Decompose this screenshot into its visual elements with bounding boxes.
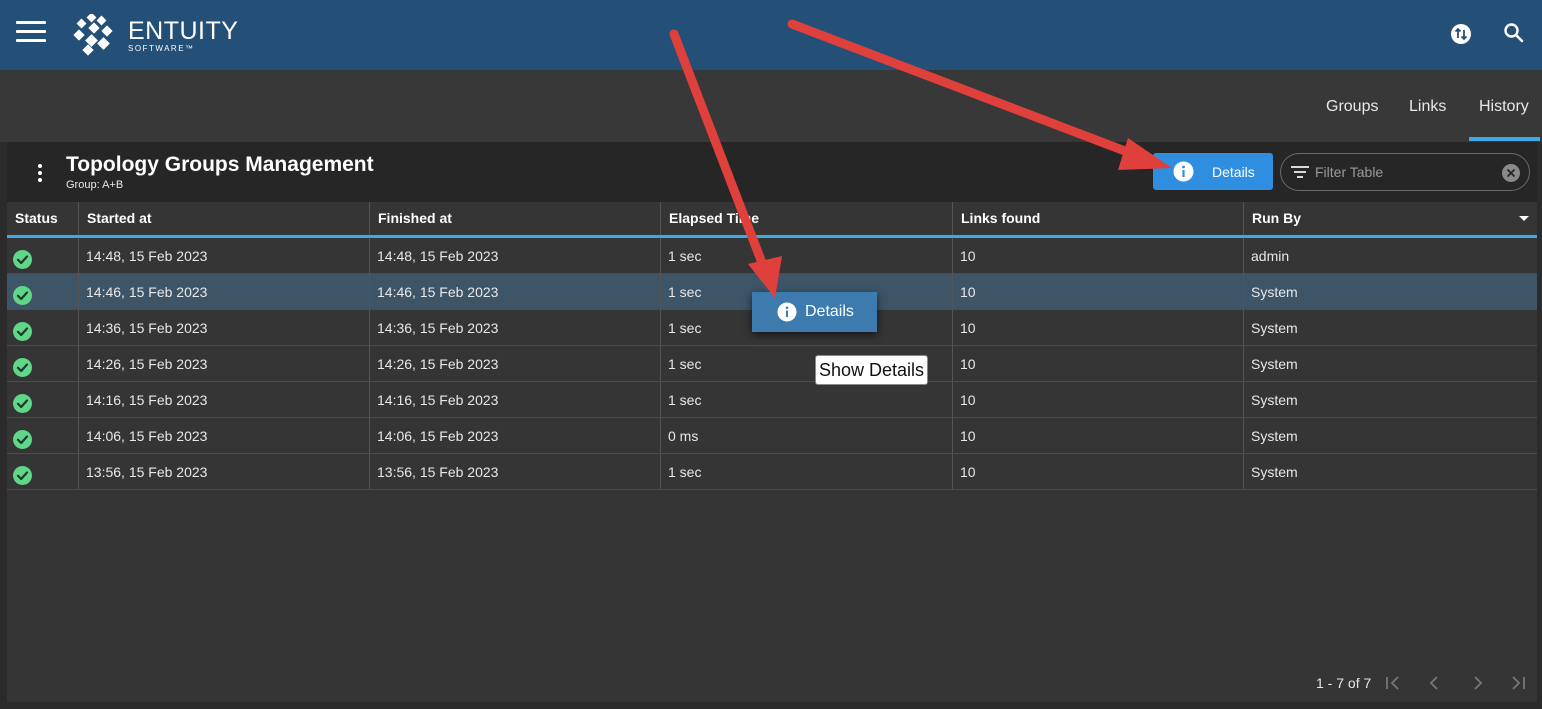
- elapsed-time-cell: 1 sec: [661, 238, 953, 273]
- links-found-cell: 10: [953, 454, 1244, 489]
- table-row[interactable]: 14:26, 15 Feb 2023 14:26, 15 Feb 2023 1 se…: [7, 346, 1537, 382]
- finished-at-cell: 13:56, 15 Feb 2023: [370, 454, 661, 489]
- column-header-started-at[interactable]: Started at: [79, 202, 370, 235]
- elapsed-time-cell: 1 sec: [661, 454, 953, 489]
- clear-filter-icon[interactable]: [1501, 163, 1521, 183]
- column-header-status[interactable]: Status: [7, 202, 79, 235]
- active-tab-indicator: [1469, 137, 1540, 141]
- elapsed-time-cell: 0 ms: [661, 418, 953, 453]
- success-check-icon: [13, 390, 32, 413]
- links-found-cell: 10: [953, 346, 1244, 381]
- pagination-range: 1 - 7 of 7: [1316, 675, 1372, 691]
- column-header-run-by[interactable]: Run By: [1244, 202, 1537, 235]
- started-at-cell: 14:26, 15 Feb 2023: [79, 346, 370, 381]
- links-found-cell: 10: [953, 382, 1244, 417]
- column-header-elapsed-time[interactable]: Elapsed Time: [661, 202, 953, 235]
- finished-at-cell: 14:06, 15 Feb 2023: [370, 418, 661, 453]
- started-at-cell: 14:46, 15 Feb 2023: [79, 274, 370, 309]
- filter-input[interactable]: [1315, 162, 1495, 182]
- links-found-cell: 10: [953, 310, 1244, 345]
- info-icon: [1173, 161, 1194, 182]
- next-page-icon[interactable]: [1468, 674, 1486, 692]
- table-row[interactable]: 13:56, 15 Feb 2023 13:56, 15 Feb 2023 1 se…: [7, 454, 1537, 490]
- started-at-cell: 13:56, 15 Feb 2023: [79, 454, 370, 489]
- run-by-cell: System: [1251, 392, 1298, 408]
- first-page-icon[interactable]: [1384, 674, 1402, 692]
- status-cell: [7, 418, 79, 453]
- success-check-icon: [13, 246, 32, 269]
- more-options-icon[interactable]: [35, 164, 45, 184]
- table-row[interactable]: 14:48, 15 Feb 2023 14:48, 15 Feb 2023 1 se…: [7, 238, 1537, 274]
- success-check-icon: [13, 282, 32, 305]
- links-found-cell: 10: [953, 418, 1244, 453]
- swap-icon[interactable]: [1448, 20, 1474, 46]
- links-found-cell: 10: [953, 274, 1244, 309]
- logo-subtext: SOFTWARE™: [128, 44, 195, 53]
- table-row[interactable]: 14:16, 15 Feb 2023 14:16, 15 Feb 2023 1 se…: [7, 382, 1537, 418]
- details-button-label: Details: [1212, 164, 1255, 180]
- entuity-logo: ENTUITY SOFTWARE™: [70, 12, 250, 56]
- group-subtitle: Group: A+B: [66, 179, 124, 191]
- row-details-button[interactable]: Details: [752, 292, 877, 332]
- tab-bar: Groups Links History: [0, 70, 1542, 142]
- run-by-cell: System: [1251, 320, 1298, 336]
- row-details-label: Details: [805, 303, 854, 320]
- finished-at-cell: 14:26, 15 Feb 2023: [370, 346, 661, 381]
- column-header-run-by-label: Run By: [1252, 210, 1301, 226]
- finished-at-cell: 14:36, 15 Feb 2023: [370, 310, 661, 345]
- show-details-tooltip: Show Details: [815, 355, 928, 385]
- success-check-icon: [13, 354, 32, 377]
- table-header: Status Started at Finished at Elapsed Ti…: [7, 202, 1537, 238]
- status-cell: [7, 310, 79, 345]
- elapsed-time-cell: 1 sec: [661, 382, 953, 417]
- success-check-icon: [13, 426, 32, 449]
- logo-text: ENTUITY: [128, 17, 239, 45]
- run-by-cell: System: [1251, 356, 1298, 372]
- column-header-links-found[interactable]: Links found: [953, 202, 1244, 235]
- started-at-cell: 14:36, 15 Feb 2023: [79, 310, 370, 345]
- started-at-cell: 14:48, 15 Feb 2023: [79, 238, 370, 273]
- search-icon[interactable]: [1502, 21, 1528, 47]
- hamburger-menu-icon[interactable]: [14, 18, 48, 46]
- logo-mark-icon: [73, 12, 113, 56]
- links-found-cell: 10: [953, 238, 1244, 273]
- previous-page-icon[interactable]: [1426, 674, 1444, 692]
- info-icon: [777, 302, 797, 322]
- details-button[interactable]: Details: [1153, 153, 1273, 190]
- column-header-finished-at[interactable]: Finished at: [370, 202, 661, 235]
- status-cell: [7, 274, 79, 309]
- filter-icon: [1291, 165, 1309, 179]
- run-by-cell: System: [1251, 464, 1298, 480]
- success-check-icon: [13, 318, 32, 341]
- status-cell: [7, 346, 79, 381]
- success-check-icon: [13, 462, 32, 485]
- page-title: Topology Groups Management: [66, 153, 374, 176]
- run-by-cell: System: [1251, 428, 1298, 444]
- status-cell: [7, 382, 79, 417]
- finished-at-cell: 14:46, 15 Feb 2023: [370, 274, 661, 309]
- filter-table-field: [1280, 153, 1530, 191]
- table-row[interactable]: 14:06, 15 Feb 2023 14:06, 15 Feb 2023 0 ms…: [7, 418, 1537, 454]
- sort-caret-icon[interactable]: [1519, 216, 1529, 221]
- last-page-icon[interactable]: [1509, 674, 1527, 692]
- started-at-cell: 14:06, 15 Feb 2023: [79, 418, 370, 453]
- app-header: ENTUITY SOFTWARE™: [0, 0, 1542, 70]
- started-at-cell: 14:16, 15 Feb 2023: [79, 382, 370, 417]
- run-by-cell: System: [1251, 284, 1298, 300]
- history-panel: Topology Groups Management Group: A+B De…: [7, 142, 1537, 702]
- tab-history[interactable]: History: [1479, 98, 1529, 116]
- finished-at-cell: 14:48, 15 Feb 2023: [370, 238, 661, 273]
- finished-at-cell: 14:16, 15 Feb 2023: [370, 382, 661, 417]
- status-cell: [7, 454, 79, 489]
- tab-groups[interactable]: Groups: [1326, 98, 1378, 116]
- run-by-cell: admin: [1251, 248, 1290, 264]
- tab-links[interactable]: Links: [1409, 98, 1446, 116]
- panel-header: Topology Groups Management Group: A+B De…: [7, 142, 1537, 202]
- status-cell: [7, 238, 79, 273]
